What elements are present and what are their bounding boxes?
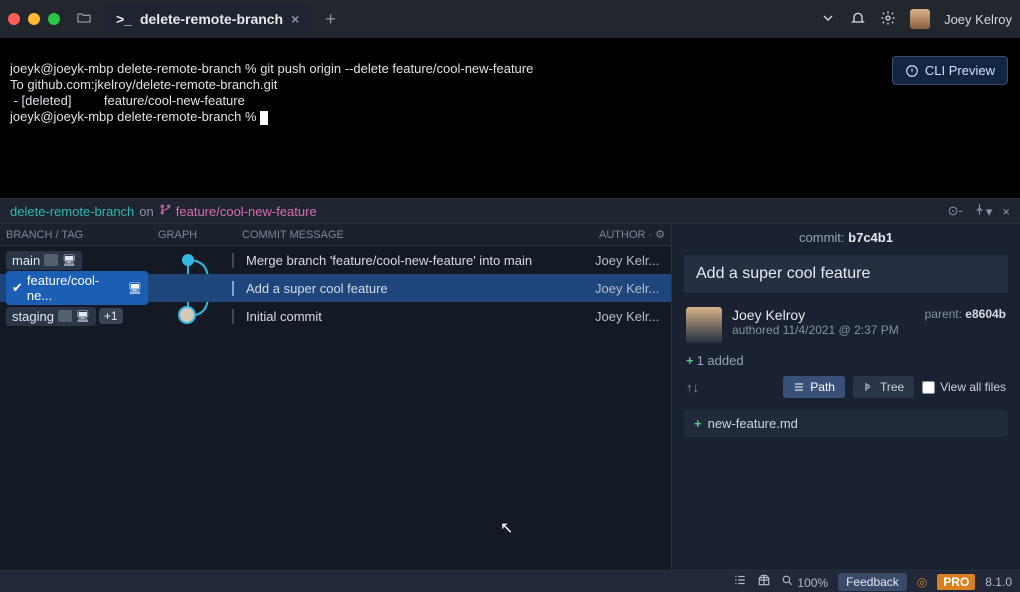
commit-graph-panel: BRANCH / TAG GRAPH COMMIT MESSAGE AUTHOR… (0, 224, 672, 570)
cli-preview-button[interactable]: CLI Preview (892, 56, 1008, 85)
terminal-line: - [deleted] feature/cool-new-feature (10, 93, 245, 108)
window-minimize[interactable] (28, 13, 40, 25)
repo-name: delete-remote-branch (10, 204, 134, 219)
checkbox-icon[interactable] (922, 381, 935, 394)
user-name: Joey Kelroy (944, 12, 1012, 27)
laptop-icon: 🖥 (62, 254, 76, 267)
col-author-header[interactable]: AUTHOR · ⚙ (595, 228, 671, 241)
terminal-line: To github.com:jkelroy/delete-remote-bran… (10, 77, 277, 92)
sort-icon[interactable]: ↑↓ (686, 380, 699, 395)
folder-icon[interactable] (76, 10, 92, 29)
tab-title: delete-remote-branch (140, 11, 283, 27)
col-branch-header[interactable]: BRANCH / TAG (0, 229, 148, 241)
commit-message: Add a super cool feature (232, 281, 595, 296)
commit-row[interactable]: main🖥 Merge branch 'feature/cool-new-fea… (0, 246, 671, 274)
laptop-icon: 🖥 (76, 310, 90, 323)
bell-icon[interactable] (850, 10, 866, 29)
col-graph-header[interactable]: GRAPH (148, 229, 232, 241)
gift-icon[interactable] (757, 573, 771, 590)
target-icon[interactable]: ⊙- (948, 203, 963, 219)
author-name: Joey Kelroy (732, 307, 915, 323)
change-summary: +1 added (672, 353, 1020, 368)
authored-date: authored 11/4/2021 @ 2:37 PM (732, 323, 915, 337)
repo-tab[interactable]: >_ delete-remote-branch × (104, 5, 311, 33)
list-icon[interactable] (733, 573, 747, 590)
terminal-line: joeyk@joeyk-mbp delete-remote-branch % g… (10, 61, 533, 76)
branch-tag-main[interactable]: main🖥 (6, 251, 82, 270)
on-label: on (139, 204, 153, 219)
zoom-control[interactable]: 100% (781, 574, 828, 590)
plus-icon: + (686, 353, 694, 368)
view-all-files-toggle[interactable]: View all files (922, 380, 1006, 394)
current-branch[interactable]: feature/cool-new-feature (176, 204, 317, 219)
laptop-icon: 🖥 (128, 282, 142, 295)
terminal-line: joeyk@joeyk-mbp delete-remote-branch % (10, 109, 260, 124)
commit-detail-panel: commit: b7c4b1 Add a super cool feature … (672, 224, 1020, 570)
check-icon: ✔ (12, 280, 23, 296)
branch-icon (159, 203, 172, 219)
commit-title: Add a super cool feature (684, 255, 1008, 293)
terminal-prompt-icon: >_ (116, 11, 132, 27)
col-message-header[interactable]: COMMIT MESSAGE (232, 229, 595, 241)
pro-badge: PRO (937, 574, 975, 590)
parent-commit[interactable]: parent: e8604b (925, 307, 1006, 321)
commit-author: Joey Kelr... (595, 253, 671, 268)
commit-row-selected[interactable]: ✔ feature/cool-ne... 🖥 Add a super cool … (0, 274, 671, 302)
repo-context-bar: delete-remote-branch on feature/cool-new… (0, 198, 1020, 224)
terminal-cursor (260, 111, 268, 125)
branch-tag-staging[interactable]: staging🖥 (6, 307, 96, 326)
path-view-button[interactable]: Path (783, 376, 845, 398)
new-tab-button[interactable]: + (325, 9, 336, 30)
status-bar: 100% Feedback ◎ PRO 8.1.0 (0, 570, 1020, 592)
commit-author: Joey Kelr... (595, 309, 671, 324)
commit-message: Merge branch 'feature/cool-new-feature' … (232, 253, 595, 268)
branch-tag-feature[interactable]: ✔ feature/cool-ne... 🖥 (6, 271, 148, 305)
gear-icon[interactable] (880, 10, 896, 29)
target-icon[interactable]: ◎ (917, 575, 927, 589)
commit-message: Initial commit (232, 309, 595, 324)
window-zoom[interactable] (48, 13, 60, 25)
version-label: 8.1.0 (985, 575, 1012, 589)
user-avatar[interactable] (910, 9, 930, 29)
avatar-mini-icon (44, 254, 58, 266)
window-close[interactable] (8, 13, 20, 25)
ahead-count-badge: +1 (99, 308, 123, 324)
commit-author: Joey Kelr... (595, 281, 671, 296)
tab-close-icon[interactable]: × (291, 11, 299, 27)
commit-row[interactable]: staging🖥 +1 Initial commit Joey Kelr... (0, 302, 671, 330)
added-icon: + (694, 416, 702, 431)
avatar-mini-icon (58, 310, 72, 322)
commit-hash-header: commit: b7c4b1 (672, 224, 1020, 251)
author-avatar (686, 307, 722, 343)
changed-file-item[interactable]: +new-feature.md (684, 410, 1008, 437)
pin-icon[interactable]: ▾ (973, 203, 993, 220)
panel-close-icon[interactable]: × (1002, 204, 1010, 219)
tree-view-button[interactable]: Tree (853, 376, 914, 398)
feedback-button[interactable]: Feedback (838, 573, 907, 591)
terminal-panel[interactable]: joeyk@joeyk-mbp delete-remote-branch % g… (0, 38, 1020, 198)
chevron-down-icon[interactable] (820, 10, 836, 29)
